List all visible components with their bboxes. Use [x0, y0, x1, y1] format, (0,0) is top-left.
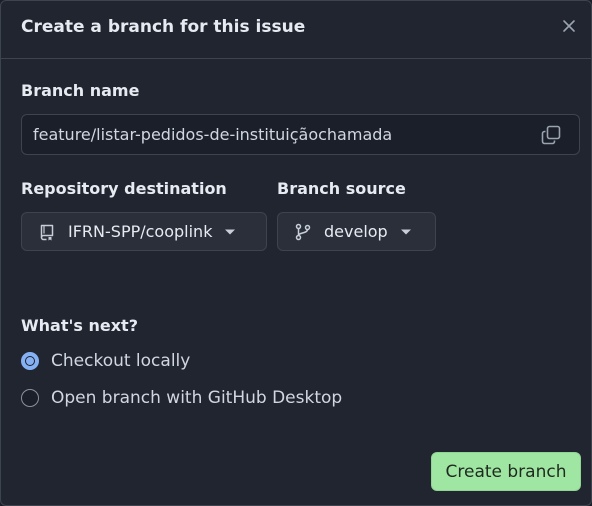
repo-icon [38, 223, 56, 241]
branch-name-input[interactable]: feature/listar-pedidos-de-instituiçãocha… [21, 114, 580, 155]
whats-next-label: What's next? [21, 316, 138, 335]
repository-destination-label: Repository destination [21, 179, 227, 198]
branch-source-label: Branch source [277, 179, 406, 198]
option-checkout-locally[interactable]: Checkout locally [21, 349, 190, 373]
branch-name-label: Branch name [21, 81, 140, 100]
repository-select[interactable]: IFRN-SPP/cooplink [21, 212, 267, 251]
repository-value: IFRN-SPP/cooplink [68, 222, 213, 241]
create-branch-dialog: Create a branch for this issue Branch na… [0, 0, 592, 506]
dialog-title: Create a branch for this issue [21, 17, 306, 37]
x-icon [563, 20, 575, 32]
git-branch-icon [294, 223, 312, 241]
create-branch-button[interactable]: Create branch [431, 452, 581, 491]
caret-down-icon [400, 228, 412, 236]
close-button[interactable] [559, 16, 579, 36]
copy-icon [541, 125, 561, 145]
radio-checked[interactable] [21, 352, 39, 370]
option-label: Checkout locally [51, 351, 191, 371]
option-label: Open branch with GitHub Desktop [51, 388, 343, 408]
radio-unchecked[interactable] [21, 389, 39, 407]
branch-name-value[interactable]: feature/listar-pedidos-de-instituiçãocha… [33, 125, 392, 144]
copy-button[interactable] [541, 125, 561, 145]
option-open-github-desktop[interactable]: Open branch with GitHub Desktop [21, 386, 342, 410]
branch-source-select[interactable]: develop [277, 212, 436, 251]
branch-source-value: develop [324, 222, 388, 241]
dialog-header: Create a branch for this issue [1, 1, 591, 59]
caret-down-icon [224, 228, 236, 236]
